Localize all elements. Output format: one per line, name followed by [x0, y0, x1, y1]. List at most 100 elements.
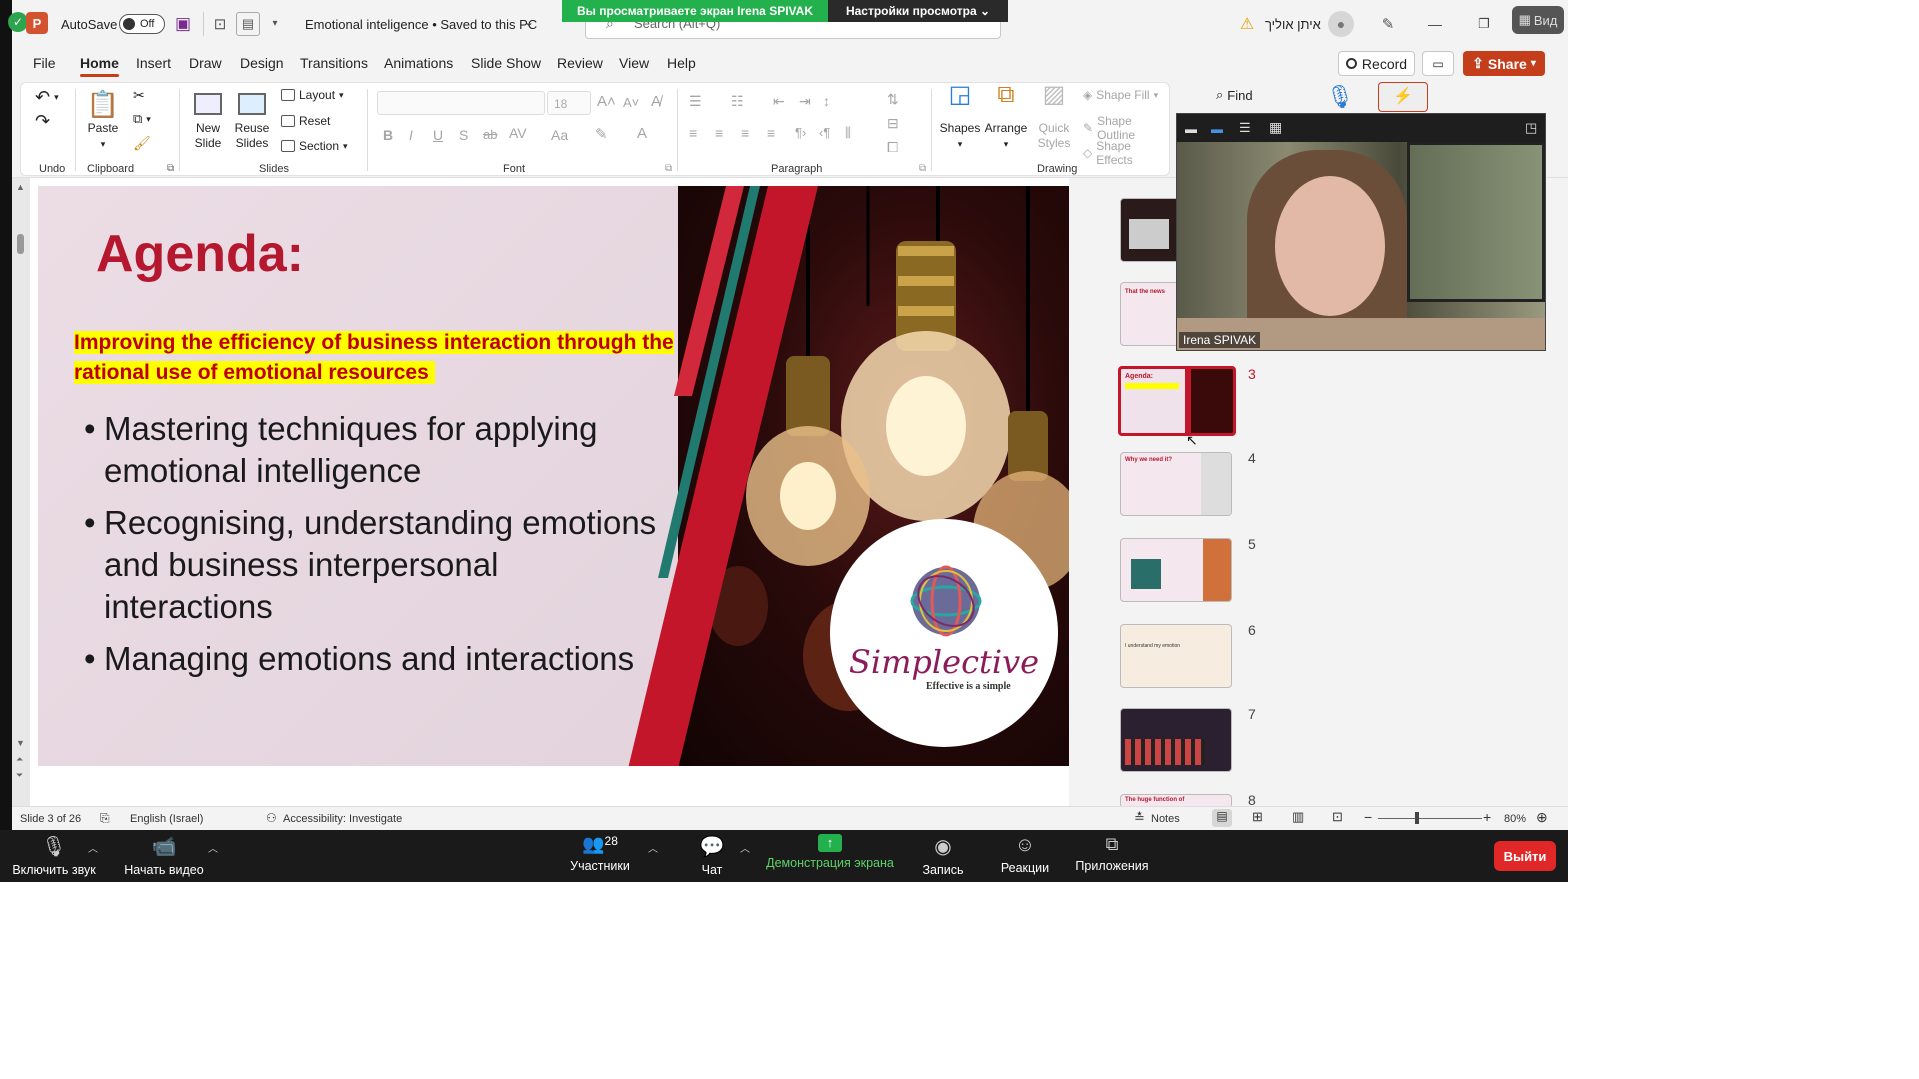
previous-slide-icon[interactable]: ⏶ — [16, 754, 23, 765]
start-video-button[interactable]: 📹 Начать видео — [118, 834, 210, 877]
scroll-up-icon[interactable]: ▲ — [16, 182, 25, 192]
strikethrough-icon[interactable]: ab — [483, 127, 497, 142]
increase-font-icon[interactable]: A˄ — [597, 93, 616, 110]
chat-button[interactable]: 💬 Чат — [682, 834, 742, 877]
font-size-field[interactable]: 18 — [547, 91, 591, 115]
customize-qat-icon[interactable]: ▾ — [268, 16, 282, 30]
font-color-icon[interactable]: A — [637, 125, 647, 142]
smartart-icon[interactable]: ⧠ — [887, 139, 898, 156]
shape-fill-button[interactable]: ◈ Shape Fill ▾ — [1083, 88, 1158, 102]
reactions-button[interactable]: ☺ Реакции — [994, 834, 1056, 875]
document-title[interactable]: Emotional inteligence • Saved to this PC — [305, 17, 537, 32]
scrollbar-thumb[interactable] — [17, 234, 24, 254]
tab-file[interactable]: File — [33, 55, 56, 71]
pop-out-icon[interactable]: ◳ — [1525, 120, 1537, 136]
notes-button[interactable]: Notes — [1151, 813, 1180, 825]
speaker-view-icon[interactable]: ▬ — [1211, 122, 1223, 136]
present-icon[interactable]: ⊡ — [210, 14, 230, 34]
reading-view-icon[interactable]: ▥ — [1292, 809, 1304, 825]
slideshow-icon[interactable]: ⊡ — [1332, 809, 1343, 825]
shape-effects-button[interactable]: ◇ Shape Effects — [1083, 139, 1169, 167]
zoom-record-button[interactable]: ◉ Запись — [912, 834, 974, 877]
reset-button[interactable]: Reset — [281, 114, 330, 128]
slide-thumbnail-7[interactable] — [1120, 708, 1232, 772]
quick-styles-button[interactable]: ▨ Quick Styles — [1033, 83, 1075, 151]
bullet-item[interactable]: Managing emotions and interactions — [84, 638, 674, 680]
user-name[interactable]: איתן אוליך — [1265, 17, 1321, 32]
slide-title[interactable]: Agenda: — [96, 224, 304, 284]
bullets-icon[interactable]: ☰ — [689, 93, 702, 110]
record-button[interactable]: Record — [1338, 51, 1415, 76]
autosave-toggle[interactable]: Off — [119, 14, 165, 34]
chevron-up-icon[interactable]: ︿ — [740, 840, 750, 855]
pen-icon[interactable]: ✎ — [1378, 14, 1398, 34]
align-center-icon[interactable]: ≡ — [715, 125, 723, 141]
arrange-button[interactable]: ⧉ Arrange ▾ — [983, 83, 1029, 152]
rtl-icon[interactable]: ‹¶ — [819, 125, 830, 140]
paste-button[interactable]: 📋 Paste ▾ — [83, 87, 123, 152]
apps-button[interactable]: ⧉ Приложения — [1070, 834, 1154, 873]
scroll-down-icon[interactable]: ▼ — [16, 738, 25, 748]
shapes-button[interactable]: ◲ Shapes ▾ — [939, 83, 981, 152]
chevron-up-icon[interactable]: ︿ — [208, 840, 218, 855]
dialog-launcher-icon[interactable]: ⧉ — [167, 163, 174, 174]
participant-video-window[interactable]: ▬ ▬ ☰ ▦ ◳ Irena SPIVAK — [1176, 113, 1546, 351]
shape-outline-button[interactable]: ✎ Shape Outline — [1083, 114, 1169, 142]
share-button[interactable]: ⇪ Share ▾ — [1463, 51, 1545, 76]
undo-icon[interactable]: ↶ ▾ — [35, 87, 59, 108]
language-indicator[interactable]: English (Israel) — [130, 813, 203, 825]
dialog-launcher-icon[interactable]: ⧉ — [919, 163, 926, 174]
zoom-slider-track[interactable] — [1378, 818, 1482, 819]
bullet-item[interactable]: Mastering techniques for applying emotio… — [84, 408, 674, 492]
text-direction-icon[interactable]: ⇅ — [887, 91, 899, 108]
decrease-font-icon[interactable]: A˅ — [623, 95, 639, 110]
tab-draw[interactable]: Draw — [189, 55, 222, 71]
designer-icon[interactable]: ⚡ — [1378, 82, 1428, 112]
slide-canvas[interactable]: Agenda: Improving the efficiency of busi… — [38, 186, 1069, 766]
zoom-level[interactable]: 80% — [1504, 813, 1526, 825]
decrease-indent-icon[interactable]: ⇤ — [773, 93, 785, 110]
tab-home[interactable]: Home — [80, 55, 119, 77]
minimize-icon[interactable]: ▬ — [1185, 122, 1197, 136]
share-screen-button[interactable]: ↑ Демонстрация экрана — [762, 834, 898, 870]
align-left-icon[interactable]: ≡ — [689, 125, 697, 141]
zoom-slider-thumb[interactable] — [1415, 812, 1419, 824]
normal-view-icon[interactable]: ▤ — [1212, 809, 1232, 827]
reuse-slides-button[interactable]: Reuse Slides — [231, 87, 273, 151]
copy-icon[interactable]: ⧉ ▾ — [133, 111, 151, 127]
slide-sorter-icon[interactable]: ⊞ — [1252, 809, 1263, 825]
dictate-mic-icon[interactable]: 🎙 — [1326, 84, 1354, 112]
fit-to-window-icon[interactable]: ⊕ — [1536, 809, 1548, 826]
zoom-in-icon[interactable]: + — [1483, 809, 1491, 825]
font-name-field[interactable] — [377, 91, 545, 115]
slide-thumbnail-6[interactable]: I understand my emotion — [1120, 624, 1232, 688]
zoom-out-icon[interactable]: − — [1364, 809, 1372, 825]
find-button[interactable]: ⌕ Find — [1216, 87, 1253, 103]
character-spacing-icon[interactable]: AV — [509, 125, 527, 141]
clear-formatting-icon[interactable]: A̸ — [651, 93, 661, 110]
stacked-view-icon[interactable]: ☰ — [1239, 120, 1251, 136]
highlighter-icon[interactable]: ✎ — [595, 125, 608, 143]
unmute-button[interactable]: 🎙 Включить звук — [8, 834, 100, 877]
slide-counter[interactable]: Slide 3 of 26 — [20, 813, 81, 825]
tab-slide-show[interactable]: Slide Show — [471, 55, 541, 71]
layout-button[interactable]: Layout ▾ — [281, 88, 344, 102]
format-painter-icon[interactable]: 🖌 — [133, 135, 151, 152]
slide-thumbnail-5[interactable] — [1120, 538, 1232, 602]
warning-icon[interactable]: ⚠ — [1238, 15, 1256, 33]
restore-icon[interactable]: ❐ — [1474, 14, 1494, 34]
chevron-up-icon[interactable]: ︿ — [88, 840, 98, 855]
align-text-icon[interactable]: ⊟ — [887, 115, 899, 132]
redo-icon[interactable]: ↷ — [35, 111, 50, 132]
bold-icon[interactable]: B — [383, 127, 393, 143]
chevron-up-icon[interactable]: ︿ — [648, 840, 658, 855]
tab-transitions[interactable]: Transitions — [300, 55, 368, 71]
chevron-down-icon[interactable]: ⌄ — [524, 15, 534, 29]
accessibility-icon[interactable]: ⚇ — [266, 811, 277, 825]
tab-animations[interactable]: Animations — [384, 55, 453, 71]
cut-icon[interactable]: ✂ — [133, 87, 145, 104]
next-slide-icon[interactable]: ⏷ — [16, 770, 23, 781]
slide-subtitle[interactable]: Improving the efficiency of business int… — [74, 328, 674, 388]
change-case-icon[interactable]: Aa — [551, 127, 568, 143]
shadow-icon[interactable]: S — [459, 127, 468, 143]
